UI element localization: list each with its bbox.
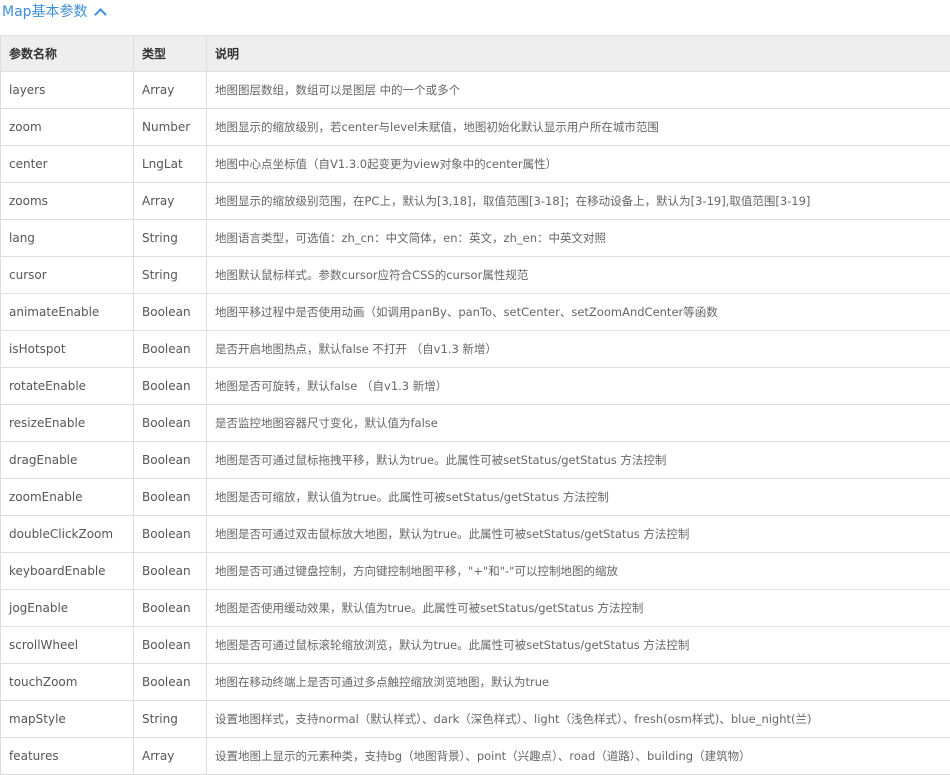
param-desc-cell: 是否监控地图容器尺寸变化，默认值为false [207,405,950,442]
table-row: resizeEnableBoolean是否监控地图容器尺寸变化，默认值为fals… [1,405,950,442]
param-type-cell: Array [134,72,207,109]
param-name-cell: jogEnable [1,590,134,627]
table-row: jogEnableBoolean地图是否使用缓动效果，默认值为true。此属性可… [1,590,950,627]
param-desc-cell: 地图是否可通过鼠标拖拽平移，默认为true。此属性可被setStatus/get… [207,442,950,479]
param-desc-cell: 地图平移过程中是否使用动画（如调用panBy、panTo、setCenter、s… [207,294,950,331]
param-type-cell: String [134,220,207,257]
param-type-cell: Boolean [134,405,207,442]
param-type-cell: LngLat [134,146,207,183]
param-type-cell: Boolean [134,368,207,405]
param-type-cell: Number [134,109,207,146]
param-type-cell: Boolean [134,553,207,590]
section-header[interactable]: Map基本参数 [0,0,105,24]
column-header-type: 类型 [134,36,207,72]
table-row: mapStyleString设置地图样式，支持normal（默认样式）、dark… [1,701,950,738]
params-table-container: 参数名称 类型 说明 layersArray地图图层数组，数组可以是图层 中的一… [0,35,950,775]
param-name-cell: keyboardEnable [1,553,134,590]
param-name-cell: center [1,146,134,183]
param-desc-cell: 地图是否可缩放，默认值为true。此属性可被setStatus/getStatu… [207,479,950,516]
param-name-cell: layers [1,72,134,109]
param-name-cell: isHotspot [1,331,134,368]
table-row: animateEnableBoolean地图平移过程中是否使用动画（如调用pan… [1,294,950,331]
param-name-cell: cursor [1,257,134,294]
table-row: centerLngLat地图中心点坐标值（自V1.3.0起变更为view对象中的… [1,146,950,183]
table-row: zoomEnableBoolean地图是否可缩放，默认值为true。此属性可被s… [1,479,950,516]
param-desc-cell: 是否开启地图热点，默认false 不打开 （自v1.3 新增） [207,331,950,368]
table-row: isHotspotBoolean是否开启地图热点，默认false 不打开 （自v… [1,331,950,368]
param-desc-cell: 地图是否可旋转，默认false （自v1.3 新增） [207,368,950,405]
param-desc-cell: 地图是否可通过键盘控制，方向键控制地图平移，"+"和"-"可以控制地图的缩放 [207,553,950,590]
table-row: langString地图语言类型，可选值：zh_cn：中文简体，en：英文，zh… [1,220,950,257]
param-desc-cell: 地图显示的缩放级别，若center与level未赋值，地图初始化默认显示用户所在… [207,109,950,146]
param-type-cell: Boolean [134,294,207,331]
param-name-cell: doubleClickZoom [1,516,134,553]
column-header-name: 参数名称 [1,36,134,72]
header-row: 参数名称 类型 说明 [1,36,950,72]
param-desc-cell: 地图是否使用缓动效果，默认值为true。此属性可被setStatus/getSt… [207,590,950,627]
param-type-cell: Boolean [134,516,207,553]
param-name-cell: zoomEnable [1,479,134,516]
table-header: 参数名称 类型 说明 [1,36,950,72]
table-row: rotateEnableBoolean地图是否可旋转，默认false （自v1.… [1,368,950,405]
param-name-cell: rotateEnable [1,368,134,405]
param-type-cell: Boolean [134,627,207,664]
table-row: zoomNumber地图显示的缩放级别，若center与level未赋值，地图初… [1,109,950,146]
param-desc-cell: 地图中心点坐标值（自V1.3.0起变更为view对象中的center属性） [207,146,950,183]
param-desc-cell: 地图图层数组，数组可以是图层 中的一个或多个 [207,72,950,109]
param-name-cell: mapStyle [1,701,134,738]
table-row: layersArray地图图层数组，数组可以是图层 中的一个或多个 [1,72,950,109]
table-row: scrollWheelBoolean地图是否可通过鼠标滚轮缩放浏览，默认为tru… [1,627,950,664]
param-type-cell: Array [134,738,207,775]
param-name-cell: zoom [1,109,134,146]
table-row: featuresArray设置地图上显示的元素种类，支持bg（地图背景）、poi… [1,738,950,775]
params-table: 参数名称 类型 说明 layersArray地图图层数组，数组可以是图层 中的一… [0,35,950,775]
param-desc-cell: 地图默认鼠标样式。参数cursor应符合CSS的cursor属性规范 [207,257,950,294]
param-desc-cell: 设置地图样式，支持normal（默认样式）、dark（深色样式）、light（浅… [207,701,950,738]
param-desc-cell: 地图是否可通过鼠标滚轮缩放浏览，默认为true。此属性可被setStatus/g… [207,627,950,664]
table-body: layersArray地图图层数组，数组可以是图层 中的一个或多个zoomNum… [1,72,950,775]
param-name-cell: lang [1,220,134,257]
section-title[interactable]: Map基本参数 [0,0,88,24]
table-row: cursorString地图默认鼠标样式。参数cursor应符合CSS的curs… [1,257,950,294]
param-name-cell: resizeEnable [1,405,134,442]
param-type-cell: Boolean [134,590,207,627]
param-type-cell: Boolean [134,664,207,701]
param-name-cell: dragEnable [1,442,134,479]
param-desc-cell: 地图是否可通过双击鼠标放大地图，默认为true。此属性可被setStatus/g… [207,516,950,553]
param-desc-cell: 地图显示的缩放级别范围，在PC上，默认为[3,18]，取值范围[3-18]；在移… [207,183,950,220]
table-row: doubleClickZoomBoolean地图是否可通过双击鼠标放大地图，默认… [1,516,950,553]
param-name-cell: touchZoom [1,664,134,701]
param-desc-cell: 地图在移动终端上是否可通过多点触控缩放浏览地图，默认为true [207,664,950,701]
param-type-cell: Boolean [134,442,207,479]
param-desc-cell: 地图语言类型，可选值：zh_cn：中文简体，en：英文，zh_en：中英文对照 [207,220,950,257]
param-name-cell: zooms [1,183,134,220]
table-row: zoomsArray地图显示的缩放级别范围，在PC上，默认为[3,18]，取值范… [1,183,950,220]
param-type-cell: Boolean [134,479,207,516]
table-row: keyboardEnableBoolean地图是否可通过键盘控制，方向键控制地图… [1,553,950,590]
param-type-cell: Boolean [134,331,207,368]
column-header-desc: 说明 [207,36,950,72]
param-desc-cell: 设置地图上显示的元素种类，支持bg（地图背景）、point（兴趣点）、road（… [207,738,950,775]
table-row: touchZoomBoolean地图在移动终端上是否可通过多点触控缩放浏览地图，… [1,664,950,701]
table-row: dragEnableBoolean地图是否可通过鼠标拖拽平移，默认为true。此… [1,442,950,479]
param-name-cell: features [1,738,134,775]
param-type-cell: Array [134,183,207,220]
param-name-cell: animateEnable [1,294,134,331]
chevron-up-icon[interactable] [94,8,107,21]
param-name-cell: scrollWheel [1,627,134,664]
param-type-cell: String [134,701,207,738]
param-type-cell: String [134,257,207,294]
